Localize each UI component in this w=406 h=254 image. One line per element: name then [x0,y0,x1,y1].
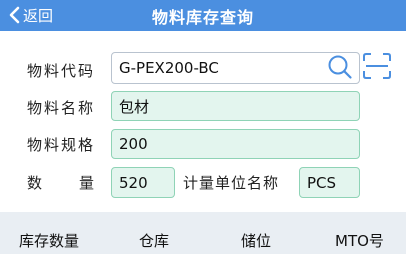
quantity-field: 520 [111,167,175,198]
material-name-value: 包材 [119,97,150,116]
column-location: 储位 [241,232,272,250]
material-spec-field: 200 [111,129,360,159]
page-title: 物料库存查询 [151,8,254,27]
material-name-field: 包材 [111,91,360,121]
material-code-value: G-PEX200-BC [119,59,219,77]
column-mto-number: MTO号 [335,232,384,250]
material-code-label: 物料代码 [27,62,96,80]
search-icon[interactable] [327,54,353,80]
material-spec-label: 物料规格 [27,136,96,154]
material-code-input[interactable]: G-PEX200-BC [111,52,360,84]
column-stock-quantity: 库存数量 [19,232,80,250]
query-form: 物料代码 G-PEX200-BC 物料名称 包材 物料规格 200 数 量 52… [0,31,406,212]
scan-icon[interactable] [362,52,392,80]
unit-name-value: PCS [307,173,337,192]
material-spec-value: 200 [119,135,148,153]
quantity-label: 数 量 [27,174,106,192]
column-warehouse: 仓库 [139,232,170,250]
quantity-value: 520 [119,173,148,192]
unit-name-field: PCS [299,167,360,198]
material-name-label: 物料名称 [27,99,96,117]
unit-name-label: 计量单位名称 [183,174,280,192]
stock-table-header: 库存数量 仓库 储位 MTO号 [0,212,406,254]
app-header: 返回 物料库存查询 [0,0,406,31]
